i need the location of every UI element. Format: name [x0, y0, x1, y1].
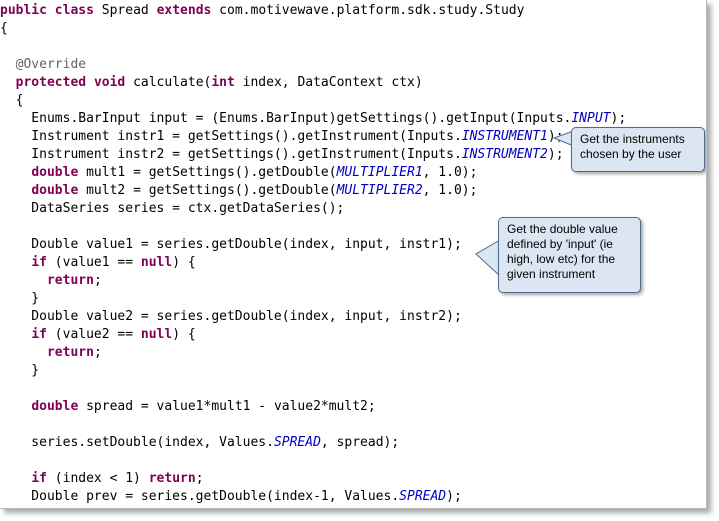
code-text: Double value1 = series.getDouble(index, … [0, 237, 462, 252]
code-line: return; [0, 344, 102, 362]
code-text: ); [610, 111, 627, 126]
code-keyword: return [46, 273, 94, 288]
code-keyword: void [93, 75, 126, 90]
code-keyword: int [211, 75, 235, 90]
code-line: Instrument instr2 = getSettings().getIns… [0, 146, 563, 164]
code-text: mult2 = getSettings().getDouble( [78, 183, 337, 198]
code-line: public class Spread extends com.motivewa… [0, 2, 524, 20]
code-line: if (index < 1) return; [0, 470, 204, 488]
code-constant: INSTRUMENT1 [461, 129, 548, 144]
code-text: , 1.0); [422, 165, 478, 180]
code-line: { [0, 20, 8, 38]
code-text: Double prev = series.getDouble(index-1, … [0, 489, 400, 504]
code-text: mult1 = getSettings().getDouble( [78, 165, 337, 180]
code-line: } [0, 290, 39, 308]
code-keyword: protected [15, 75, 87, 90]
code-text: , 1.0); [422, 183, 478, 198]
callout-double-value: Get the double value defined by 'input' … [498, 217, 641, 293]
code-keyword: double [31, 165, 79, 180]
code-text: (index < 1) [46, 471, 149, 486]
code-keyword: if [31, 471, 47, 486]
code-line: double mult1 = getSettings().getDouble(M… [0, 164, 477, 182]
code-constant: SPREAD [399, 489, 447, 504]
code-keyword: if [31, 327, 47, 342]
code-line: Instrument instr1 = getSettings().getIns… [0, 128, 563, 146]
code-line: series.setDouble(index, Values.SPREAD, s… [0, 434, 399, 452]
code-text: index, DataContext ctx) [234, 75, 423, 90]
code-text: { [0, 93, 24, 108]
code-annotation: @Override [15, 57, 87, 72]
code-text: Instrument instr2 = getSettings().getIns… [0, 147, 462, 162]
code-line: } [0, 362, 39, 380]
code-text: ) { [172, 327, 196, 342]
code-line: Double value2 = series.getDouble(index, … [0, 308, 462, 326]
code-constant: INSTRUMENT2 [461, 147, 548, 162]
code-text: (value2 == [46, 327, 141, 342]
screenshot-frame: public class Spread extends com.motivewa… [0, 0, 707, 509]
code-text: ; [93, 273, 102, 288]
code-constant: MULTIPLIER2 [336, 183, 423, 198]
code-keyword: double [31, 399, 79, 414]
code-text: Instrument instr1 = getSettings().getIns… [0, 129, 462, 144]
code-keyword: public [0, 3, 47, 18]
code-line: Enums.BarInput input = (Enums.BarInput)g… [0, 110, 626, 128]
code-line: { [0, 92, 24, 110]
code-keyword: extends [156, 3, 212, 18]
code-line: protected void calculate(int index, Data… [0, 74, 423, 92]
code-text: { [0, 21, 8, 36]
code-text: Enums.BarInput input = (Enums.BarInput)g… [0, 111, 572, 126]
code-constant: INPUT [571, 111, 611, 126]
code-text: , spread); [320, 435, 400, 450]
code-text: ; [93, 345, 102, 360]
code-keyword: return [148, 471, 196, 486]
code-text: ; [195, 471, 204, 486]
code-keyword: null [140, 327, 173, 342]
code-line: @Override [0, 56, 86, 74]
code-text: ); [446, 489, 462, 504]
code-line: double mult2 = getSettings().getDouble(M… [0, 182, 477, 200]
code-text: ) { [172, 255, 196, 270]
code-constant: SPREAD [273, 435, 321, 450]
code-text: DataSeries series = ctx.getDataSeries(); [0, 201, 345, 216]
code-line: Double value1 = series.getDouble(index, … [0, 236, 462, 254]
code-text: } [0, 363, 40, 378]
code-keyword: null [140, 255, 173, 270]
code-text: Spread [93, 3, 157, 18]
code-line: return; [0, 272, 102, 290]
code-text: series.setDouble(index, Values. [0, 435, 274, 450]
code-text: } [0, 291, 40, 306]
code-text: spread = value1*mult1 - value2*mult2; [78, 399, 376, 414]
code-line: DataSeries series = ctx.getDataSeries(); [0, 200, 344, 218]
code-keyword: double [31, 183, 79, 198]
code-text: (value1 == [46, 255, 141, 270]
code-line: double spread = value1*mult1 - value2*mu… [0, 398, 376, 416]
code-keyword: class [54, 3, 94, 18]
code-text: com.motivewave.platform.sdk.study.Study [211, 3, 525, 18]
code-keyword: if [31, 255, 47, 270]
callout-instruments: Get the instruments chosen by the user [571, 127, 705, 172]
code-line: Double prev = series.getDouble(index-1, … [0, 488, 462, 506]
code-constant: MULTIPLIER1 [336, 165, 423, 180]
code-keyword: return [46, 345, 94, 360]
code-text: calculate( [125, 75, 212, 90]
code-text: Double value2 = series.getDouble(index, … [0, 309, 462, 324]
code-line: if (value1 == null) { [0, 254, 196, 272]
code-line: if (value2 == null) { [0, 326, 196, 344]
